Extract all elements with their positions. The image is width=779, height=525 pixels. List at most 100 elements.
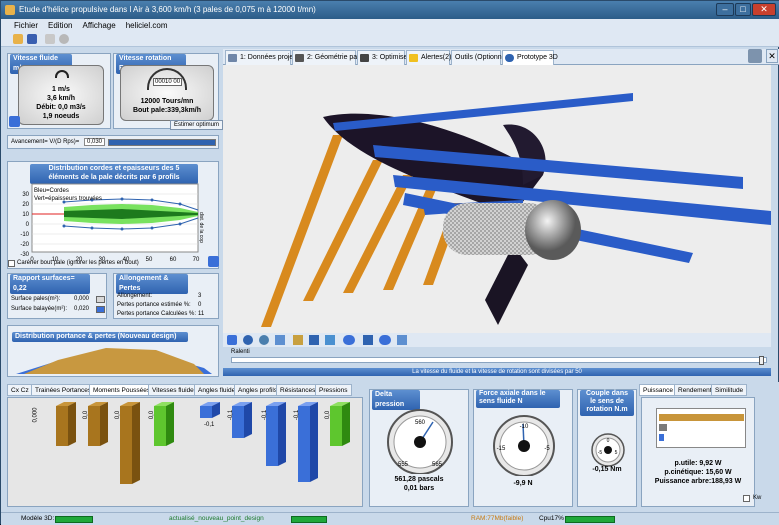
bar-green — [154, 402, 174, 446]
right-axis-label: dist. de la cop — [198, 212, 204, 243]
puissance-panel: p.utile: 9,92 W p.cinétique: 15,60 W Pui… — [641, 397, 755, 507]
force-value: -9,9 N — [513, 480, 533, 487]
menu-affichage[interactable]: Affichage — [77, 19, 120, 32]
warning-icon — [409, 54, 418, 62]
bar-label: 0,0 — [325, 410, 332, 420]
save-icon[interactable] — [27, 34, 37, 44]
minimize-button[interactable]: – — [716, 3, 734, 16]
prop-icon[interactable] — [397, 335, 407, 345]
side-tool-icon[interactable] — [748, 49, 762, 63]
tab-label: Prototype 3D — [517, 54, 558, 61]
puissance-arbre: Puissance arbre:188,93 W — [654, 478, 742, 485]
surface-balayee-swatch — [96, 306, 105, 313]
rpm-counter: 00010 00 — [153, 78, 183, 86]
tab-label: 3: Optimiser — [372, 54, 410, 61]
tab-optimiser[interactable]: 3: Optimiser — [357, 50, 410, 65]
kw-label: Kw — [753, 495, 762, 501]
edit-pen-icon[interactable] — [208, 256, 219, 267]
tab-moments-poussees[interactable]: Moments Poussées — [89, 384, 155, 396]
rapport-title: Rapport surfaces= 0,22 — [10, 274, 90, 294]
move-icon[interactable] — [227, 335, 237, 345]
tab-angles-profils[interactable]: Angles profils — [234, 384, 282, 396]
portance-panel: Distribution portance & pertes (Nouveau … — [7, 325, 219, 377]
menu-edition[interactable]: Edition — [43, 19, 77, 32]
ralenti-slider[interactable] — [231, 356, 767, 365]
bar-label: -0,1 — [204, 422, 215, 428]
gauge-tick: 555 — [398, 462, 409, 468]
bar-blue — [298, 402, 318, 482]
bar-label: -0,1 — [262, 409, 269, 421]
rotate-icon[interactable] — [259, 335, 269, 345]
gauge-tick: 560 — [415, 420, 426, 426]
tab-resistances[interactable]: Résistances — [276, 384, 320, 396]
tab-rendement[interactable]: Rendement — [674, 384, 716, 396]
ralenti-label: Ralenti — [231, 349, 250, 355]
slider-thumb[interactable] — [759, 356, 764, 365]
tab-donnees-projet[interactable]: 1: Données projet — [225, 50, 295, 65]
menu-fichier[interactable]: Fichier — [1, 19, 43, 32]
pertes-calculees-value: 11 — [198, 311, 205, 317]
prototype-3d-view[interactable] — [223, 65, 771, 333]
export-icon[interactable] — [325, 335, 335, 345]
tab-cx-cz[interactable]: Cx Cz — [7, 384, 33, 396]
info-bar: La vitesse du fluide et la vitesse de ro… — [223, 368, 771, 376]
help-icon[interactable] — [59, 34, 69, 44]
render-icon[interactable] — [293, 335, 303, 345]
couple-title: Couple dans le sens de rotation N.m — [580, 390, 634, 416]
distribution-chart: 30 20 10 0 -10 -20 -30 0 10 20 30 40 50 … — [20, 183, 200, 262]
surface-balayee-label: Surface balayée(m²): — [11, 306, 68, 312]
tab-label: Alertes(2) — [421, 54, 452, 61]
tab-angles-fluide[interactable]: Angles fluide — [194, 384, 240, 396]
ytick-m10: -10 — [20, 232, 29, 238]
bar-blue — [266, 402, 286, 466]
edit-pen-icon[interactable] — [9, 116, 20, 127]
open-icon[interactable] — [13, 34, 23, 44]
app-icon — [5, 5, 15, 15]
gauge-tick: -10 — [520, 424, 529, 430]
tab-outils[interactable]: Outils (Optionnel) — [451, 50, 509, 65]
xtick-50: 50 — [146, 257, 153, 262]
carener-checkbox[interactable] — [8, 260, 15, 267]
puissance-bar-cinetique — [659, 424, 667, 431]
legend-cordes: Bleu=Cordes — [34, 188, 69, 194]
pen-icon[interactable] — [363, 335, 373, 345]
tab-pressions[interactable]: Pressions — [315, 384, 352, 396]
tab-similitude[interactable]: Similitude — [711, 384, 748, 396]
settings-icon[interactable] — [343, 335, 355, 345]
modele-progress — [55, 516, 93, 523]
speed-dial-icon — [55, 70, 69, 78]
bar-blue — [200, 402, 220, 418]
toolbar — [1, 32, 779, 47]
xtick-70: 70 — [193, 257, 200, 262]
gauge-tick: 5 — [615, 450, 618, 456]
gauge-tick: 0 — [607, 438, 610, 444]
close-button[interactable]: ✕ — [752, 3, 776, 16]
tab-puissance[interactable]: Puissance — [639, 384, 677, 396]
estimer-optimum-button[interactable]: Estimer optimum — [170, 120, 224, 130]
force-gauge: -10 -15 -5 — [493, 415, 555, 476]
tab-vitesses-fluide[interactable]: Vitesses fluide — [148, 384, 198, 396]
kw-checkbox[interactable] — [743, 495, 750, 502]
pertes-estimee-value: 0 — [198, 302, 202, 308]
pression-pascals: 561,28 pascals — [394, 476, 444, 483]
tab-trainees-portances[interactable]: Trainées Portances — [31, 384, 96, 396]
status-cpu: Cpu17% — [539, 515, 564, 522]
tab-alertes[interactable]: Alertes(2) — [406, 50, 452, 65]
close-view-icon[interactable]: ✕ — [766, 49, 778, 63]
pan-icon[interactable] — [275, 335, 285, 345]
zoom-icon[interactable] — [243, 335, 253, 345]
vitesse-ms: 1 m/s — [52, 86, 70, 93]
menu-heliciel[interactable]: heliciel.com — [121, 19, 173, 32]
pression-gauge: 560 555 565 — [387, 409, 453, 474]
maximize-button[interactable]: □ — [735, 3, 751, 16]
camera-icon[interactable] — [309, 335, 319, 345]
surface-pales-label: Surface pales(m²): — [11, 296, 61, 302]
tab-prototype-3d[interactable]: Prototype 3D — [502, 50, 558, 65]
allongement-title: Allongement & Pertes — [116, 274, 188, 294]
vitesse-rotation-gauge: 00010 00 12000 Tours/mn Bout pale:339,3k… — [120, 65, 214, 121]
axis-icon[interactable] — [379, 335, 391, 345]
tab-geometrie-pale[interactable]: 2: Géométrie pale — [292, 50, 363, 65]
xtick-60: 60 — [170, 257, 177, 262]
surface-balayee-value: 0,020 — [74, 306, 90, 312]
cut-icon[interactable] — [45, 34, 55, 44]
